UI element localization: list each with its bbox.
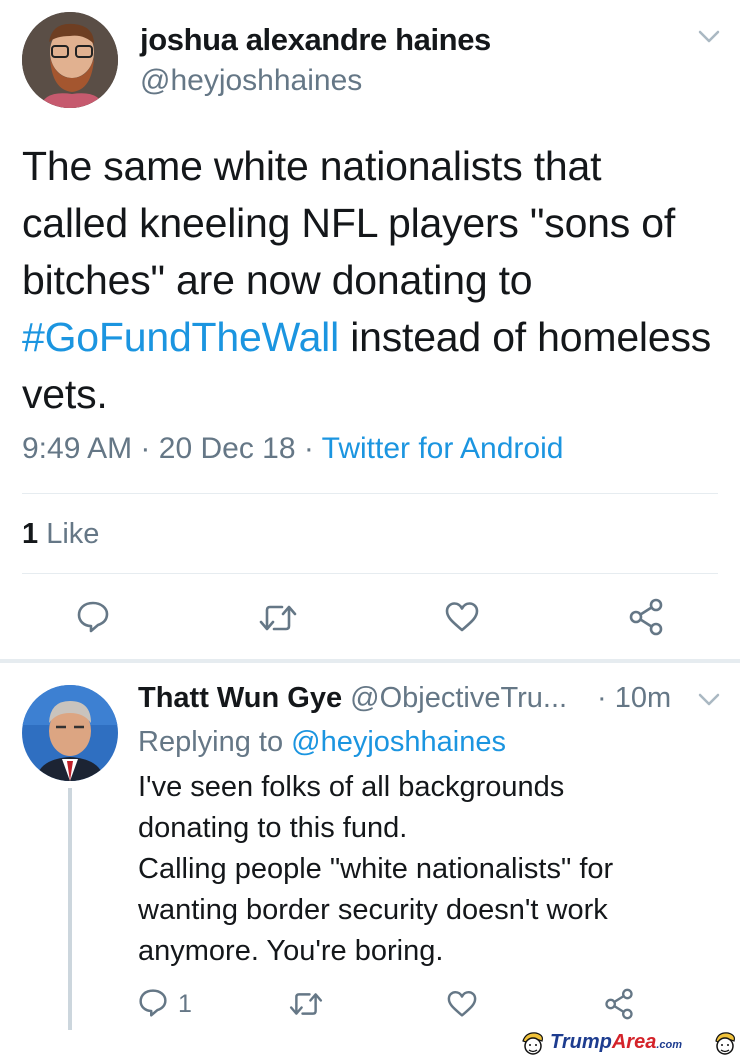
caricature-left-icon <box>520 1031 546 1056</box>
caricature-right-icon <box>712 1031 738 1056</box>
replying-to-handle[interactable]: @heyjoshhaines <box>291 726 506 758</box>
author-name[interactable]: joshua alexandre haines <box>140 22 491 58</box>
reply-count: 1 <box>178 990 192 1018</box>
watermark-part1: Trump <box>550 1031 612 1053</box>
hashtag-link[interactable]: #GoFundTheWall <box>22 314 339 360</box>
reply-chevron-down-icon[interactable] <box>698 693 720 707</box>
meta-separator: · <box>303 432 314 465</box>
tweet-source-link[interactable]: Twitter for Android <box>322 432 564 465</box>
thread-line <box>68 788 72 1030</box>
tweet-text: The same white nationalists that called … <box>22 138 712 423</box>
reply-author-handle[interactable]: @ObjectiveTru... <box>350 682 567 714</box>
reply-share-icon[interactable] <box>604 988 634 1020</box>
reply-text-line: Calling people "white nationalists" for <box>138 853 614 885</box>
reply-heart-icon[interactable] <box>446 990 478 1018</box>
divider <box>22 493 718 494</box>
watermark: TrumpArea.com <box>518 1030 740 1057</box>
reply-timestamp: 10m <box>614 682 672 714</box>
watermark-text: TrumpArea.com <box>550 1031 682 1054</box>
share-icon[interactable] <box>628 598 664 636</box>
author-handle[interactable]: @heyjoshhaines <box>140 64 362 98</box>
tweet-meta: 9:49 AM · 20 Dec 18 · Twitter for Androi… <box>22 432 563 466</box>
replying-to-label: Replying to <box>138 726 284 758</box>
reply-text-line: I've seen folks of all backgrounds <box>138 771 565 803</box>
reply-reply-icon[interactable] <box>138 988 168 1018</box>
reply-author-avatar[interactable] <box>22 685 118 781</box>
meta-separator: · <box>140 432 151 465</box>
section-divider <box>0 659 740 663</box>
author-avatar[interactable] <box>22 12 118 108</box>
reply-retweet-icon[interactable] <box>288 990 324 1018</box>
like-label: Like <box>46 518 100 550</box>
like-count: 1 <box>22 518 39 550</box>
reply-age: · 10m <box>597 682 671 715</box>
tweet-text-before: The same white nationalists that called … <box>22 143 676 303</box>
tweet-date: 20 Dec 18 <box>158 432 296 465</box>
reply-header: Thatt Wun Gye @ObjectiveTru... <box>138 682 567 715</box>
like-stats[interactable]: 1 Like <box>22 518 99 551</box>
reply-author-name[interactable]: Thatt Wun Gye <box>138 682 342 714</box>
retweet-icon[interactable] <box>258 602 298 634</box>
chevron-down-icon[interactable] <box>698 30 720 44</box>
reply-text: I've seen folks of all backgrounds donat… <box>138 767 613 972</box>
watermark-part2: Area <box>611 1031 657 1053</box>
age-separator: · <box>597 682 607 714</box>
reply-text-line: wanting border security doesn't work <box>138 894 608 926</box>
reply-icon[interactable] <box>76 600 110 634</box>
tweet-time: 9:49 AM <box>22 432 133 465</box>
reply-text-line: donating to this fund. <box>138 812 408 844</box>
replying-to: Replying to @heyjoshhaines <box>138 726 506 759</box>
reply-text-line: anymore. You're boring. <box>138 935 444 967</box>
divider <box>22 573 718 574</box>
heart-icon[interactable] <box>444 601 480 633</box>
watermark-suffix: .com <box>656 1039 683 1051</box>
